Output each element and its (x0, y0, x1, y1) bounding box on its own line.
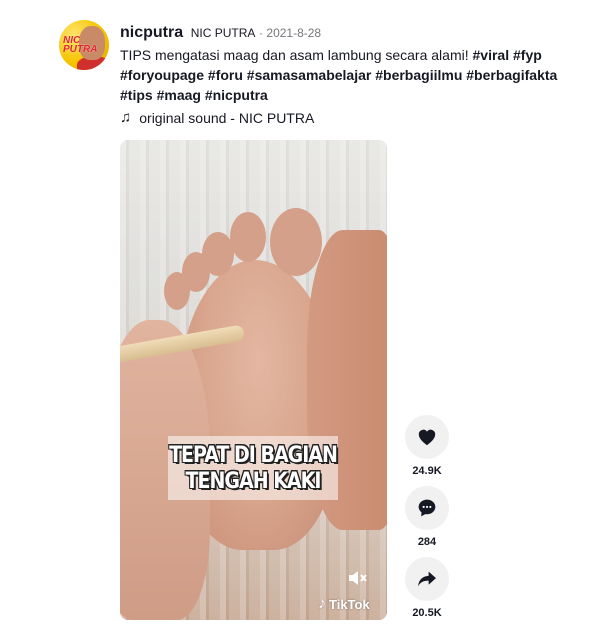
share-count: 20.5K (412, 607, 442, 619)
comment-icon (418, 499, 436, 517)
hashtag-link[interactable]: #viral (473, 47, 510, 63)
video-text-overlay: TEPAT DI BAGIAN TENGAH KAKI (168, 436, 338, 500)
video-toe (164, 272, 190, 310)
like-circle[interactable] (405, 415, 449, 459)
comment-circle[interactable] (405, 486, 449, 530)
volume-mute-icon[interactable] (348, 570, 368, 589)
hashtag-link[interactable]: #berbagiilmu (375, 67, 462, 83)
video-toe (230, 212, 266, 262)
caption-text: TIPS mengatasi maag dan asam lambung sec… (120, 47, 469, 63)
music-note-icon: ♫ (120, 109, 132, 126)
tiktok-logo-icon: ♪ (318, 595, 326, 612)
hashtag-link[interactable]: #samasamabelajar (247, 67, 372, 83)
music-link[interactable]: ♫ original sound - NIC PUTRA (120, 108, 314, 128)
hashtag-link[interactable]: #berbagifakta (466, 67, 557, 83)
username-link[interactable]: nicputra (120, 24, 183, 41)
hashtag-link[interactable]: #foryoupage (120, 67, 204, 83)
avatar[interactable]: NIC PUTRA (59, 20, 109, 70)
caption: TIPS mengatasi maag dan asam lambung sec… (120, 45, 560, 105)
comment-button[interactable]: 284 (405, 486, 449, 548)
comment-count: 284 (417, 536, 437, 548)
like-count: 24.9K (412, 465, 442, 477)
hashtag-link[interactable]: #foru (208, 67, 243, 83)
post-header: nicputra NIC PUTRA · 2021-8-28 (120, 24, 321, 42)
heart-icon (418, 429, 436, 446)
video-player[interactable]: TEPAT DI BAGIAN TENGAH KAKI ♪ TikTok (120, 140, 387, 620)
avatar-logo: NIC PUTRA (63, 35, 98, 55)
share-button[interactable]: 20.5K (405, 557, 449, 619)
watermark-text: TikTok (329, 596, 370, 612)
share-icon (418, 571, 436, 587)
video-toe (270, 208, 322, 276)
hashtag-link[interactable]: #maag (157, 87, 201, 103)
nickname: NIC PUTRA (190, 26, 256, 40)
music-title: original sound - NIC PUTRA (139, 110, 315, 126)
hashtag-link[interactable]: #fyp (513, 47, 542, 63)
tiktok-watermark: ♪ TikTok (318, 595, 370, 613)
like-button[interactable]: 24.9K (405, 415, 449, 477)
hashtag-link[interactable]: #tips (120, 87, 153, 103)
hashtag-link[interactable]: #nicputra (205, 87, 268, 103)
post-date: 2021-8-28 (266, 26, 322, 40)
overlay-line-2: TENGAH KAKI (185, 468, 322, 494)
share-circle[interactable] (405, 557, 449, 601)
